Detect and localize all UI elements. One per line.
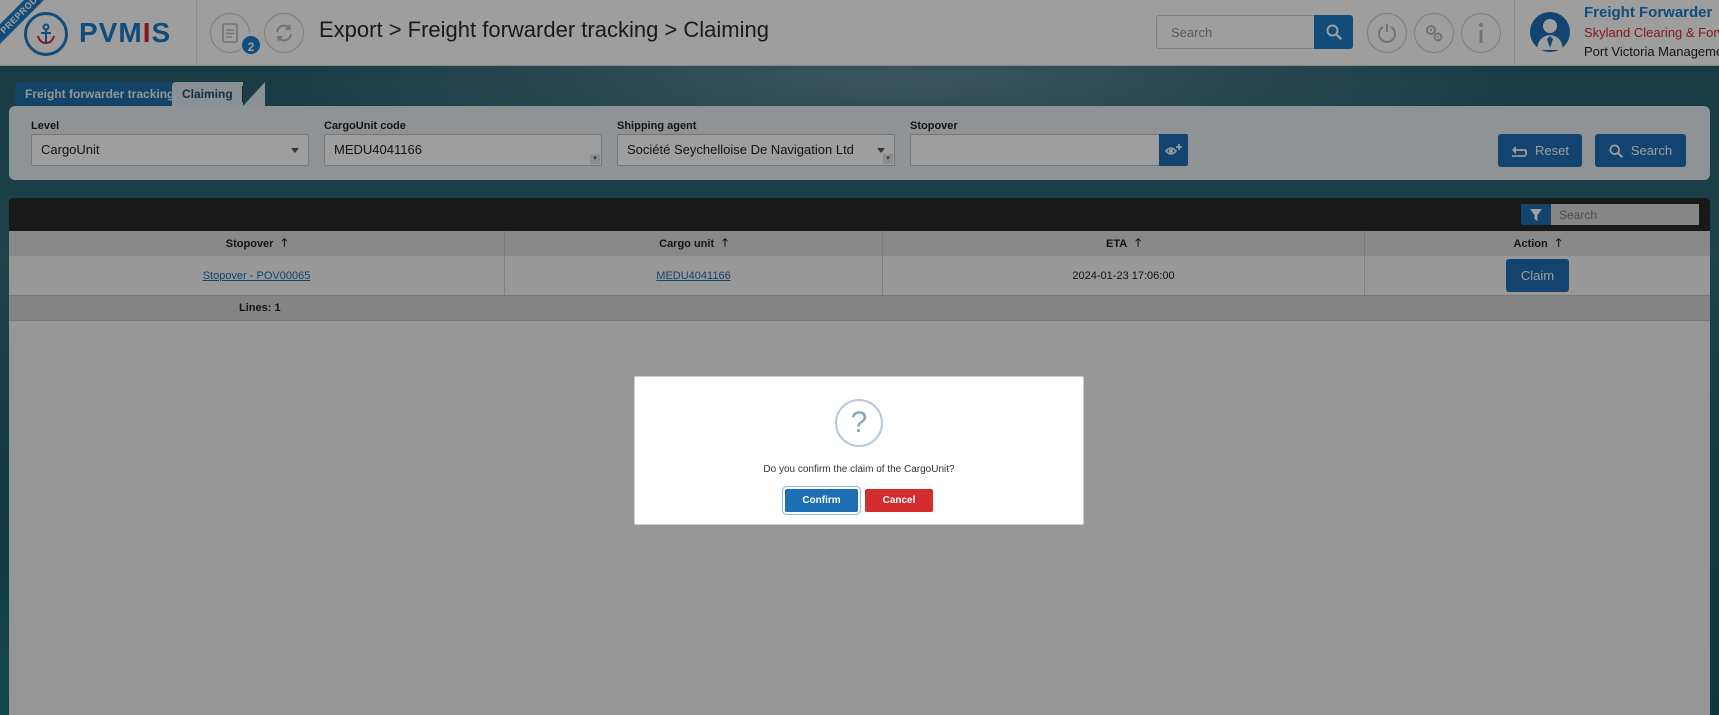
modal-overlay <box>0 0 1719 715</box>
dialog-message: Do you confirm the claim of the CargoUni… <box>763 464 955 475</box>
cancel-button[interactable]: Cancel <box>865 489 933 512</box>
question-icon: ? <box>835 399 883 447</box>
confirm-dialog: ? Do you confirm the claim of the CargoU… <box>634 376 1084 525</box>
confirm-button[interactable]: Confirm <box>785 489 858 512</box>
